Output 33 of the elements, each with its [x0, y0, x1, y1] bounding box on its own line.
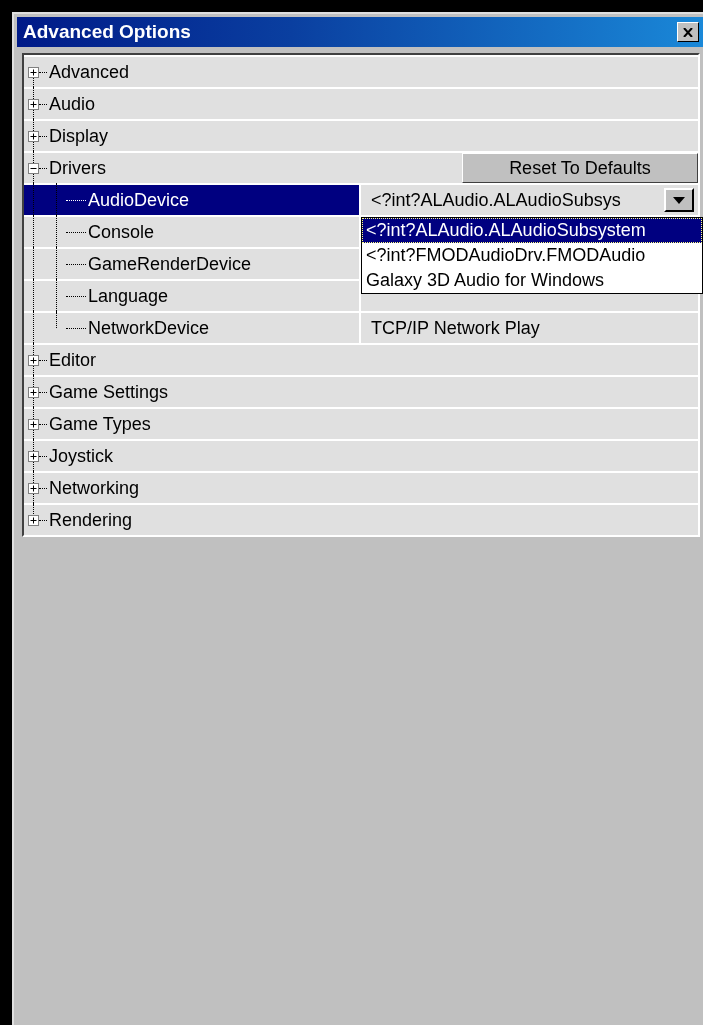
tree-item[interactable]: Drivers Reset To Defaults — [24, 153, 698, 183]
property-name[interactable]: NetworkDevice — [24, 313, 359, 343]
expand-icon[interactable] — [28, 386, 39, 398]
close-icon — [683, 27, 693, 37]
property-name[interactable]: Console — [24, 217, 359, 247]
expand-icon[interactable] — [28, 418, 39, 430]
property-name[interactable]: Language — [24, 281, 359, 311]
expand-icon[interactable] — [28, 130, 39, 142]
tree-item[interactable]: Display — [24, 121, 698, 151]
expand-icon[interactable] — [28, 354, 39, 366]
tree-item[interactable]: Audio — [24, 89, 698, 119]
tree-item[interactable]: Game Types — [24, 409, 698, 439]
tree-item[interactable]: Game Settings — [24, 377, 698, 407]
tree-item[interactable]: Advanced — [24, 57, 698, 87]
reset-defaults-button[interactable]: Reset To Defaults — [462, 153, 698, 183]
tree-item[interactable]: Editor — [24, 345, 698, 375]
window-title: Advanced Options — [23, 21, 191, 43]
tree-item[interactable]: Networking — [24, 473, 698, 503]
caret-icon — [673, 196, 685, 204]
tree-item[interactable]: Joystick — [24, 441, 698, 471]
expand-icon[interactable] — [28, 514, 39, 526]
expand-icon[interactable] — [28, 98, 39, 110]
expand-icon[interactable] — [28, 450, 39, 462]
tree-item[interactable]: Rendering — [24, 505, 698, 535]
dropdown-button[interactable] — [664, 188, 694, 212]
expand-icon[interactable] — [28, 66, 39, 78]
property-value: TCP/IP Network Play — [370, 317, 540, 339]
property-name[interactable]: GameRenderDevice — [24, 249, 359, 279]
property-name[interactable]: AudioDevice — [24, 185, 359, 215]
dropdown-option[interactable]: <?int?ALAudio.ALAudioSubsystem — [362, 218, 702, 243]
expand-icon[interactable] — [28, 482, 39, 494]
close-button[interactable] — [677, 22, 699, 42]
collapse-icon[interactable] — [28, 162, 39, 174]
